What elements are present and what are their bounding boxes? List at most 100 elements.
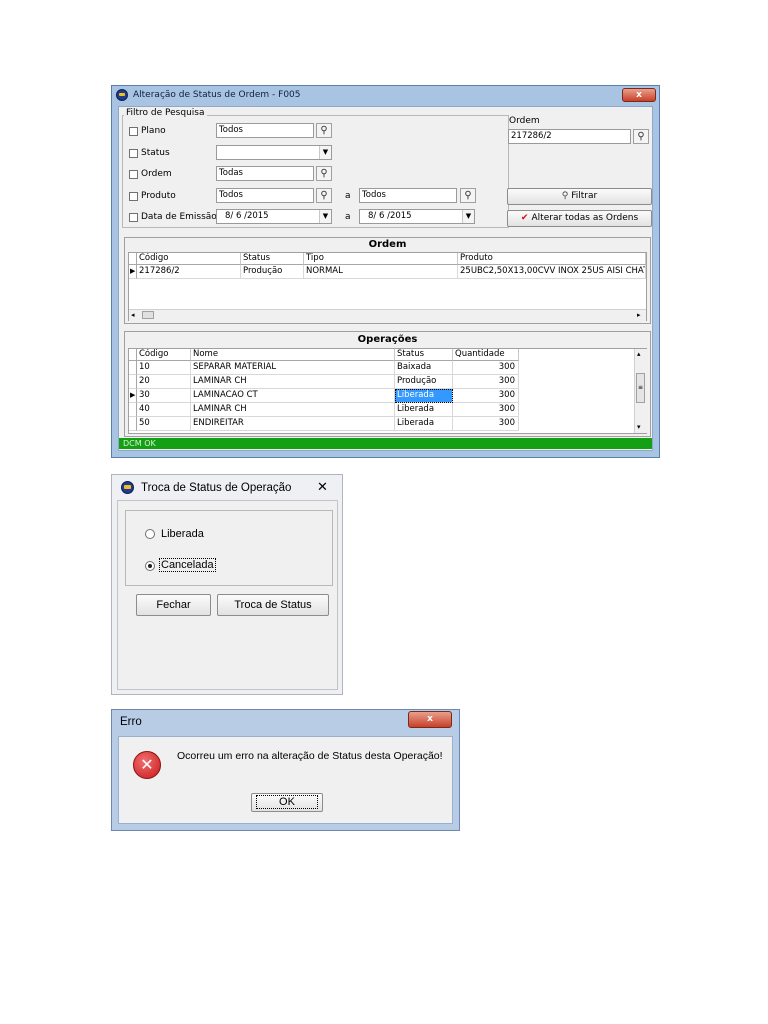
erro-dialog-client: ✕ Ocorreu um erro na alteração de Status…: [118, 736, 453, 824]
scroll-down-icon[interactable]: ▾: [637, 423, 641, 431]
erro-dialog-titlebar[interactable]: Erro x: [112, 710, 459, 734]
close-button[interactable]: x: [408, 711, 452, 728]
op-quantidade-cell[interactable]: 300: [453, 361, 519, 375]
ok-button-label: OK: [256, 795, 318, 809]
troca-dialog-client: Liberada Cancelada Fechar Troca de Statu…: [117, 500, 338, 690]
hscroll-thumb[interactable]: [142, 311, 154, 319]
op-quantidade-cell[interactable]: 300: [453, 417, 519, 431]
ordem-field[interactable]: Todas: [216, 166, 314, 181]
column-header[interactable]: Tipo: [304, 253, 458, 265]
table-row[interactable]: 40 LAMINAR CH Liberada 300: [129, 403, 521, 417]
data-from-picker[interactable]: 8/ 6 /2015 ▼: [216, 209, 332, 224]
filtrar-button[interactable]: ⚲ Filtrar: [507, 188, 652, 205]
ordem-search-button[interactable]: ⚲: [316, 166, 332, 181]
column-header[interactable]: Código: [137, 253, 241, 265]
table-row[interactable]: 50 ENDIREITAR Liberada 300: [129, 417, 521, 431]
operacoes-grid[interactable]: Código Nome Status Quantidade 10 SEPARAR…: [128, 348, 647, 434]
op-nome-cell[interactable]: LAMINAR CH: [191, 375, 395, 389]
operacoes-vscrollbar[interactable]: ▴ ≡ ▾: [634, 349, 647, 433]
alterar-todas-button[interactable]: ✔ Alterar todas as Ordens: [507, 210, 652, 227]
scroll-left-icon[interactable]: ◂: [131, 311, 135, 319]
table-row[interactable]: 20 LAMINAR CH Produção 300: [129, 375, 521, 389]
op-quantidade-cell[interactable]: 300: [453, 375, 519, 389]
troca-dialog-titlebar[interactable]: Troca de Status de Operação ✕: [112, 475, 342, 499]
status-bar: DCM OK: [119, 438, 652, 449]
op-status-cell[interactable]: Liberada: [395, 403, 453, 417]
ordem-search-field[interactable]: 217286/2: [508, 129, 631, 144]
column-header[interactable]: Código: [137, 349, 191, 361]
op-codigo-cell[interactable]: 30: [137, 389, 191, 403]
table-row[interactable]: ▶ 217286/2 Produção NORMAL 25UBC2,50X13,…: [129, 265, 646, 279]
plano-search-button[interactable]: ⚲: [316, 123, 332, 138]
table-row[interactable]: 10 SEPARAR MATERIAL Baixada 300: [129, 361, 521, 375]
op-codigo-cell[interactable]: 50: [137, 417, 191, 431]
produto-checkbox[interactable]: [129, 192, 138, 201]
op-codigo-cell[interactable]: 40: [137, 403, 191, 417]
column-header[interactable]: Status: [241, 253, 304, 265]
close-icon[interactable]: ✕: [317, 480, 328, 495]
op-nome-cell[interactable]: SEPARAR MATERIAL: [191, 361, 395, 375]
radio-cancelada[interactable]: [145, 561, 155, 571]
scroll-up-icon[interactable]: ▴: [637, 350, 641, 358]
data-emissao-checkbox[interactable]: [129, 213, 138, 222]
current-row-pointer-icon: ▶: [129, 389, 137, 403]
op-quantidade-cell[interactable]: 300: [453, 403, 519, 417]
ordem-tipo-cell[interactable]: NORMAL: [304, 265, 458, 279]
ordem-search-lens-button[interactable]: ⚲: [633, 129, 649, 144]
chevron-down-icon[interactable]: ▼: [462, 210, 474, 223]
op-status-cell-selected[interactable]: Liberada: [395, 389, 453, 403]
ordem-hscrollbar[interactable]: ◂ ▸: [129, 309, 646, 321]
op-quantidade-cell[interactable]: 300: [453, 389, 519, 403]
op-nome-cell[interactable]: LAMINAR CH: [191, 403, 395, 417]
radio-cancelada-label[interactable]: Cancelada: [159, 558, 216, 572]
column-header[interactable]: Nome: [191, 349, 395, 361]
close-button[interactable]: x: [622, 88, 656, 102]
status-dropdown[interactable]: ▼: [216, 145, 332, 160]
op-codigo-cell[interactable]: 10: [137, 361, 191, 375]
ordem-checkbox[interactable]: [129, 170, 138, 179]
ok-button[interactable]: OK: [251, 793, 323, 812]
app-logo-icon: [121, 481, 134, 494]
error-icon: ✕: [133, 751, 161, 779]
op-nome-cell[interactable]: LAMINACAO CT: [191, 389, 395, 403]
ordem-produto-cell[interactable]: 25UBC2,50X13,00CVV INOX 25US AISI CHAT: [458, 265, 646, 279]
table-row[interactable]: ▶ 30 LAMINACAO CT Liberada 300: [129, 389, 521, 403]
troca-status-button[interactable]: Troca de Status: [217, 594, 329, 616]
produto-a-label: a: [345, 191, 351, 201]
main-window-titlebar[interactable]: Alteração de Status de Ordem - F005 x: [112, 86, 659, 104]
chevron-down-icon[interactable]: ▼: [319, 146, 331, 159]
status-checkbox[interactable]: [129, 149, 138, 158]
magnifier-icon: ⚲: [637, 131, 645, 142]
ordem-grid[interactable]: Código Status Tipo Produto ▶ 217286/2 Pr…: [128, 252, 647, 321]
op-status-cell[interactable]: Liberada: [395, 417, 453, 431]
radio-liberada[interactable]: [145, 529, 155, 539]
column-header[interactable]: Produto: [458, 253, 646, 265]
magnifier-icon: ⚲: [320, 125, 328, 136]
status-options-group: [125, 510, 333, 586]
column-header[interactable]: Quantidade: [453, 349, 519, 361]
plano-checkbox[interactable]: [129, 127, 138, 136]
ordem-codigo-cell[interactable]: 217286/2: [137, 265, 241, 279]
close-icon: x: [636, 90, 642, 100]
close-icon: x: [427, 714, 433, 724]
op-status-cell[interactable]: Produção: [395, 375, 453, 389]
op-codigo-cell[interactable]: 20: [137, 375, 191, 389]
ordem-status-cell[interactable]: Produção: [241, 265, 304, 279]
main-window: Alteração de Status de Ordem - F005 x Fi…: [111, 85, 660, 458]
vscroll-thumb[interactable]: ≡: [636, 373, 645, 403]
plano-field[interactable]: Todos: [216, 123, 314, 138]
op-nome-cell[interactable]: ENDIREITAR: [191, 417, 395, 431]
current-row-pointer-icon: ▶: [129, 265, 137, 279]
chevron-down-icon[interactable]: ▼: [319, 210, 331, 223]
op-status-cell[interactable]: Baixada: [395, 361, 453, 375]
produto-to-search-button[interactable]: ⚲: [460, 188, 476, 203]
status-label: Status: [141, 148, 170, 158]
data-to-picker[interactable]: 8/ 6 /2015 ▼: [359, 209, 475, 224]
scroll-right-icon[interactable]: ▸: [637, 311, 641, 319]
column-header[interactable]: Status: [395, 349, 453, 361]
produto-from-field[interactable]: Todos: [216, 188, 314, 203]
produto-to-field[interactable]: Todos: [359, 188, 457, 203]
produto-from-search-button[interactable]: ⚲: [316, 188, 332, 203]
fechar-button[interactable]: Fechar: [136, 594, 211, 616]
radio-liberada-label[interactable]: Liberada: [161, 528, 204, 540]
